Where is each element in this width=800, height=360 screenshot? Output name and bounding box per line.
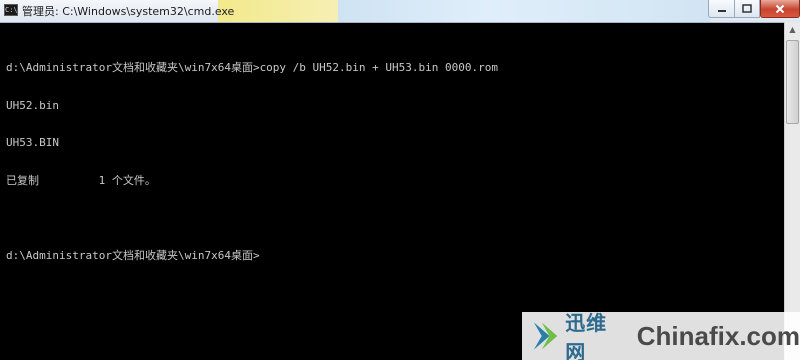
cmd-window: C:\ 管理员: C:\Windows\system32\cmd.exe d:\… <box>0 0 800 360</box>
window-title: 管理员: C:\Windows\system32\cmd.exe <box>22 5 235 18</box>
console-line: d:\Administrator文档和收藏夹\win7x64桌面>copy /b… <box>6 61 498 74</box>
arrow-logo-icon <box>533 322 558 350</box>
watermark-cn-text: 迅维网 <box>565 311 608 360</box>
title-bar-background-blue <box>338 0 710 22</box>
watermark-en-text: Chinafix.com <box>636 320 800 351</box>
cmd-icon-label: C:\ <box>5 6 18 14</box>
close-icon <box>775 4 785 13</box>
scroll-thumb[interactable] <box>786 40 799 124</box>
close-button[interactable] <box>760 0 800 18</box>
console-output[interactable]: d:\Administrator文档和收藏夹\win7x64桌面>copy /b… <box>0 23 784 360</box>
title-bar[interactable]: C:\ 管理员: C:\Windows\system32\cmd.exe <box>0 0 800 23</box>
console-line: 已复制 1 个文件。 <box>6 173 156 187</box>
cmd-icon[interactable]: C:\ <box>4 4 18 16</box>
watermark: 迅维网 Chinafix.com <box>522 311 800 360</box>
scroll-up-arrow-icon[interactable]: ▲ <box>785 22 800 38</box>
maximize-button[interactable] <box>734 0 760 18</box>
console-line: UH53.BIN <box>6 136 59 149</box>
console-line: UH52.bin <box>6 98 59 112</box>
window-controls <box>708 0 800 20</box>
vertical-scrollbar[interactable]: ▲ <box>784 22 800 360</box>
minimize-icon <box>717 9 726 12</box>
maximize-icon <box>742 3 752 13</box>
title-bar-background-yellow <box>218 0 338 22</box>
console-prompt-line: d:\Administrator文档和收藏夹\win7x64桌面> <box>6 248 260 262</box>
minimize-button[interactable] <box>708 0 734 18</box>
